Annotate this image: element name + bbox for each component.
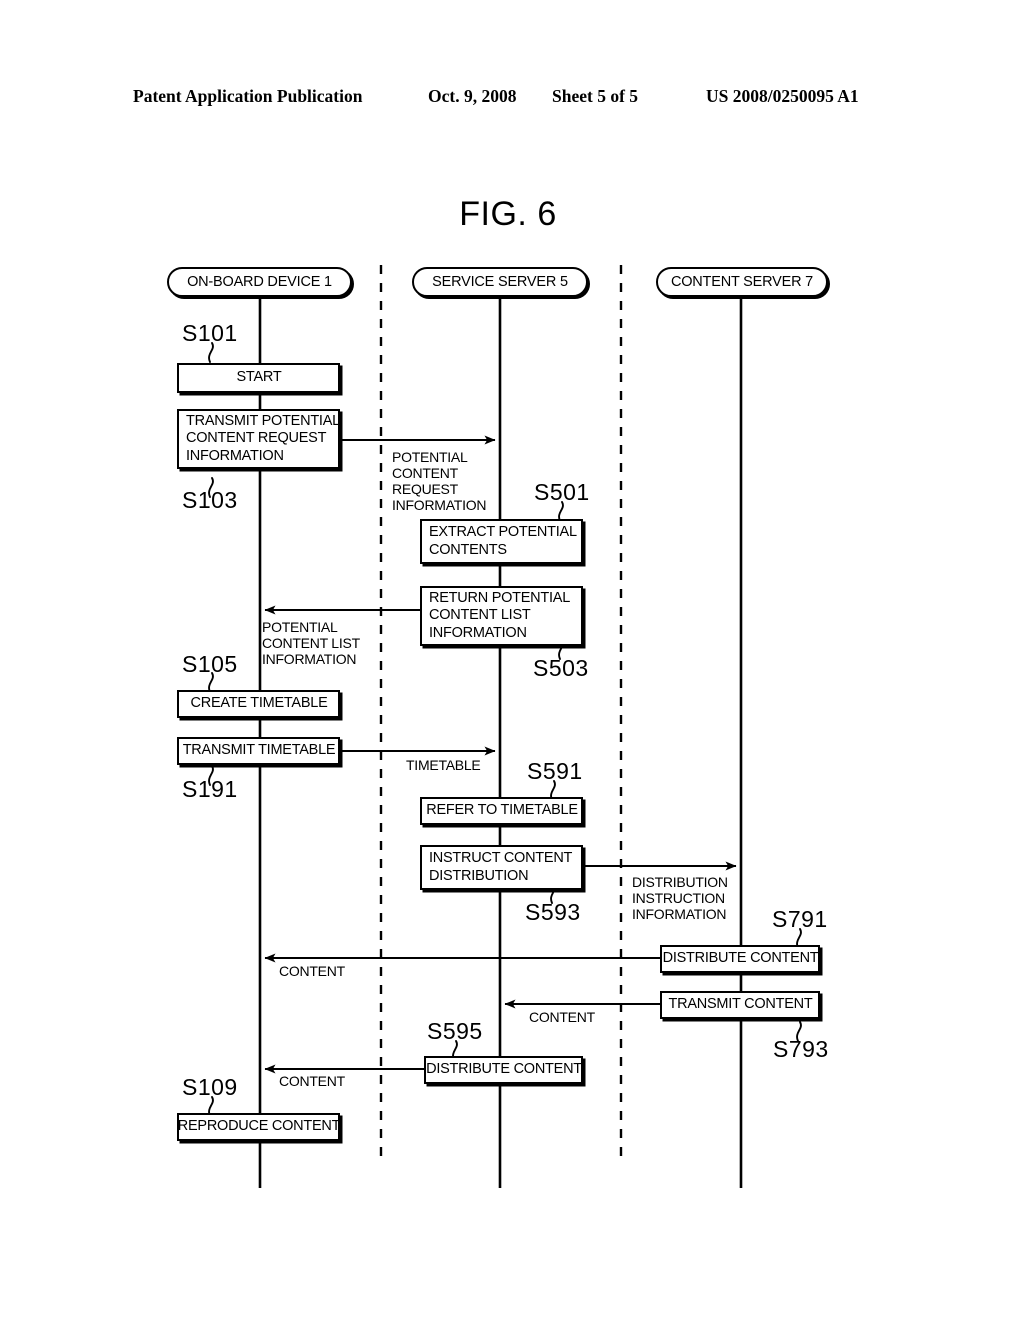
message-content-c-line-1: CONTENT bbox=[279, 1073, 345, 1089]
step-label-s591: S591 bbox=[527, 758, 583, 784]
process-box-return-line-3: INFORMATION bbox=[429, 624, 527, 641]
process-box-distribute-content-server-line-1: DISTRIBUTE CONTENT bbox=[662, 950, 819, 967]
process-box-refer-to-timetable-line-1: REFER TO TIMETABLE bbox=[426, 802, 578, 819]
message-label-content-service-to-device: CONTENT bbox=[279, 1073, 345, 1089]
message-pcli-line-3: INFORMATION bbox=[262, 651, 357, 668]
message-dii-line-3: INFORMATION bbox=[632, 906, 727, 923]
message-pcri-line-2: CONTENT bbox=[392, 465, 458, 482]
message-pcri-line-4: INFORMATION bbox=[392, 497, 487, 514]
step-label-s503: S503 bbox=[533, 655, 589, 681]
message-label-content-to-service: CONTENT bbox=[529, 1009, 595, 1025]
message-label-potential-content-request-information: POTENTIAL CONTENT REQUEST INFORMATION bbox=[392, 449, 486, 513]
process-box-return-line-1: RETURN POTENTIAL bbox=[429, 590, 571, 607]
message-label-timetable: TIMETABLE bbox=[406, 757, 481, 773]
step-label-s595: S595 bbox=[427, 1018, 483, 1044]
actor-content-server[interactable]: CONTENT SERVER 7 bbox=[656, 267, 828, 297]
message-pcli-line-1: POTENTIAL bbox=[262, 619, 338, 635]
process-box-start[interactable]: START bbox=[177, 363, 340, 393]
step-label-s191: S191 bbox=[182, 776, 238, 802]
message-dii-line-1: DISTRIBUTION bbox=[632, 874, 728, 890]
process-box-extract-line-1: EXTRACT POTENTIAL bbox=[429, 524, 577, 541]
step-label-s791: S791 bbox=[772, 906, 828, 932]
step-label-s109: S109 bbox=[182, 1074, 238, 1100]
process-box-reproduce-content[interactable]: REPRODUCE CONTENT bbox=[177, 1113, 341, 1141]
process-box-instruct-line-2: DISTRIBUTION bbox=[429, 867, 529, 884]
patent-figure-page: Patent Application Publication Oct. 9, 2… bbox=[0, 0, 1024, 1320]
process-box-distribute-content-server[interactable]: DISTRIBUTE CONTENT bbox=[660, 945, 820, 973]
process-box-transmit-potential-content-request-information[interactable]: TRANSMIT POTENTIAL CONTENT REQUEST INFOR… bbox=[177, 409, 340, 469]
process-box-create-timetable[interactable]: CREATE TIMETABLE bbox=[177, 690, 340, 718]
process-box-reproduce-content-line-1: REPRODUCE CONTENT bbox=[177, 1118, 341, 1135]
actor-on-board-device-label: ON-BOARD DEVICE 1 bbox=[187, 274, 332, 290]
process-box-transmit-content-server[interactable]: TRANSMIT CONTENT bbox=[660, 991, 820, 1019]
message-timetable-line-1: TIMETABLE bbox=[406, 757, 481, 773]
process-box-transmit-potential-line-1: TRANSMIT POTENTIAL bbox=[186, 413, 340, 430]
process-box-extract-line-2: CONTENTS bbox=[429, 541, 507, 558]
actor-on-board-device[interactable]: ON-BOARD DEVICE 1 bbox=[167, 267, 352, 297]
message-content-a-line-1: CONTENT bbox=[279, 963, 345, 979]
process-box-instruct-line-1: INSTRUCT CONTENT bbox=[429, 850, 573, 867]
process-box-distribute-content-service[interactable]: DISTRIBUTE CONTENT bbox=[424, 1056, 583, 1084]
message-content-b-line-1: CONTENT bbox=[529, 1009, 595, 1025]
process-box-return-line-2: CONTENT LIST bbox=[429, 607, 531, 624]
sequence-diagram-canvas bbox=[208, 265, 802, 1188]
message-pcli-line-2: CONTENT LIST bbox=[262, 635, 360, 652]
message-label-content-to-device: CONTENT bbox=[279, 963, 345, 979]
actor-service-server[interactable]: SERVICE SERVER 5 bbox=[412, 267, 588, 297]
process-box-transmit-potential-line-2: CONTENT REQUEST bbox=[186, 430, 327, 447]
process-box-create-timetable-line-1: CREATE TIMETABLE bbox=[190, 695, 328, 712]
message-label-distribution-instruction-information: DISTRIBUTION INSTRUCTION INFORMATION bbox=[632, 874, 728, 922]
message-dii-line-2: INSTRUCTION bbox=[632, 890, 725, 907]
actor-service-server-label: SERVICE SERVER 5 bbox=[432, 274, 568, 290]
step-label-s105: S105 bbox=[182, 651, 238, 677]
message-label-potential-content-list-information: POTENTIAL CONTENT LIST INFORMATION bbox=[262, 619, 360, 667]
message-pcri-line-3: REQUEST bbox=[392, 481, 458, 498]
step-label-s103: S103 bbox=[182, 487, 238, 513]
process-box-refer-to-timetable[interactable]: REFER TO TIMETABLE bbox=[420, 797, 583, 825]
process-box-distribute-content-service-line-1: DISTRIBUTE CONTENT bbox=[426, 1061, 582, 1078]
process-box-extract-potential-contents[interactable]: EXTRACT POTENTIAL CONTENTS bbox=[420, 519, 583, 564]
process-box-transmit-content-server-line-1: TRANSMIT CONTENT bbox=[668, 996, 813, 1013]
process-box-start-line-1: START bbox=[236, 369, 282, 386]
process-box-return-potential-content-list-information[interactable]: RETURN POTENTIAL CONTENT LIST INFORMATIO… bbox=[420, 586, 583, 646]
step-label-s101: S101 bbox=[182, 320, 238, 346]
process-box-transmit-timetable-line-1: TRANSMIT TIMETABLE bbox=[182, 742, 336, 759]
process-box-transmit-potential-line-3: INFORMATION bbox=[186, 447, 284, 464]
step-label-s501: S501 bbox=[534, 479, 590, 505]
step-label-s793: S793 bbox=[773, 1036, 829, 1062]
actor-content-server-label: CONTENT SERVER 7 bbox=[670, 274, 814, 290]
process-box-transmit-timetable[interactable]: TRANSMIT TIMETABLE bbox=[177, 737, 340, 765]
message-pcri-line-1: POTENTIAL bbox=[392, 449, 468, 465]
step-label-s593: S593 bbox=[525, 899, 581, 925]
process-box-instruct-content-distribution[interactable]: INSTRUCT CONTENT DISTRIBUTION bbox=[420, 845, 583, 890]
